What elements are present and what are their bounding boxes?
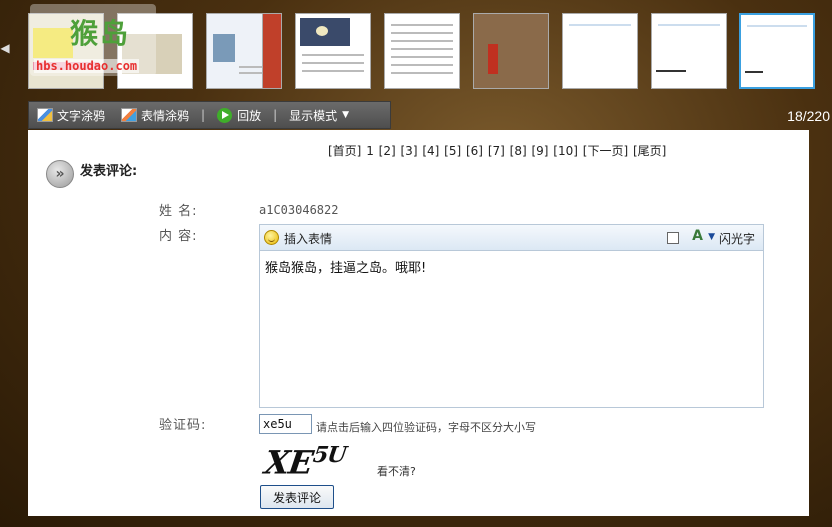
emoji-doodle-button[interactable]: 表情涂鸦 [113, 102, 197, 128]
toolbar-divider: | [273, 108, 278, 122]
username-value: a1C03046822 [259, 203, 339, 217]
emoji-doodle-label: 表情涂鸦 [141, 108, 190, 123]
pager-last-link[interactable]: [尾页] [633, 144, 666, 158]
double-chevron-icon: » [46, 160, 74, 188]
thumbnail-9-active[interactable] [739, 13, 815, 89]
thumbnail-6[interactable] [473, 13, 549, 89]
content-label: 内 容: [159, 229, 198, 244]
flash-text-label: 闪光字 [718, 232, 755, 246]
captcha-image[interactable]: XE5U [262, 436, 372, 482]
pager-link[interactable]: [7] [488, 144, 505, 158]
thumbnail-strip: ◀ 猴岛 hbs.houdao.com [0, 0, 832, 100]
thumbnail-3-edge [262, 13, 282, 89]
pager-current: 1 [366, 144, 374, 158]
text-doodle-icon [37, 108, 53, 122]
pager-link[interactable]: [6] [466, 144, 483, 158]
display-mode-label: 显示模式 [289, 108, 338, 123]
thumbnail-8[interactable] [651, 13, 727, 89]
pagination: [首页] 1 [2] [3] [4] [5] [6] [7] [8] [9] [… [328, 142, 667, 159]
insert-emoji-link[interactable]: 插入表情 [284, 230, 332, 247]
caret-down-icon: ▼ [342, 110, 350, 120]
thumbnail-7[interactable] [562, 13, 638, 89]
replay-button[interactable]: 回放 [209, 102, 269, 128]
font-color-icon[interactable]: A [692, 228, 703, 244]
pager-link[interactable]: [2] [379, 144, 396, 158]
pager-link[interactable]: [5] [444, 144, 461, 158]
emoji-doodle-icon [121, 108, 138, 122]
cant-see-link[interactable]: 看不清? [377, 463, 416, 479]
name-label: 姓 名: [159, 204, 198, 219]
pager-link[interactable]: [3] [401, 144, 418, 158]
captcha-input[interactable] [259, 414, 312, 434]
display-mode-dropdown[interactable]: 显示模式 ▼ [281, 102, 357, 128]
editor-toolbar: 插入表情 A ▼ 闪光字 [260, 225, 763, 251]
play-icon [217, 107, 233, 123]
thumbnail-4[interactable] [295, 13, 371, 89]
pager-link[interactable]: [10] [553, 144, 578, 158]
image-counter: 18/220 [787, 108, 830, 124]
watermark-text: 猴岛 [70, 17, 131, 50]
comment-editor: 插入表情 A ▼ 闪光字 [259, 224, 764, 408]
comment-panel: [首页] 1 [2] [3] [4] [5] [6] [7] [8] [9] [… [28, 130, 809, 516]
submit-comment-button[interactable]: 发表评论 [260, 485, 334, 509]
captcha-hint: 请点击后输入四位验证码，字母不区分大小写 [316, 421, 536, 434]
flash-text-checkbox[interactable] [667, 232, 679, 244]
captcha-label: 验证码: [159, 418, 207, 433]
captcha-image-sup: 5U [311, 442, 348, 468]
smile-icon[interactable] [264, 230, 279, 245]
pager-first-link[interactable]: [首页] [328, 144, 361, 158]
pager-next-link[interactable]: [下一页] [583, 144, 628, 158]
comment-textarea[interactable] [260, 251, 763, 407]
pager-link[interactable]: [8] [510, 144, 527, 158]
thumbnail-5[interactable] [384, 13, 460, 89]
scroll-left-icon[interactable]: ◀ [0, 30, 10, 66]
caret-down-icon[interactable]: ▼ [708, 232, 715, 242]
watermark-logo: 猴岛 hbs.houdao.com [30, 4, 156, 76]
replay-label: 回放 [237, 108, 262, 123]
captcha-image-text: XE [262, 443, 315, 482]
text-doodle-label: 文字涂鸦 [57, 108, 106, 123]
pager-link[interactable]: [9] [531, 144, 548, 158]
doodle-toolbar: 文字涂鸦 表情涂鸦 | 回放 | 显示模式 ▼ [28, 101, 391, 129]
pager-link[interactable]: [4] [422, 144, 439, 158]
text-doodle-button[interactable]: 文字涂鸦 [29, 102, 113, 128]
watermark-url: hbs.houdao.com [34, 59, 140, 73]
section-title: 发表评论: [80, 164, 138, 179]
toolbar-divider: | [201, 108, 206, 122]
